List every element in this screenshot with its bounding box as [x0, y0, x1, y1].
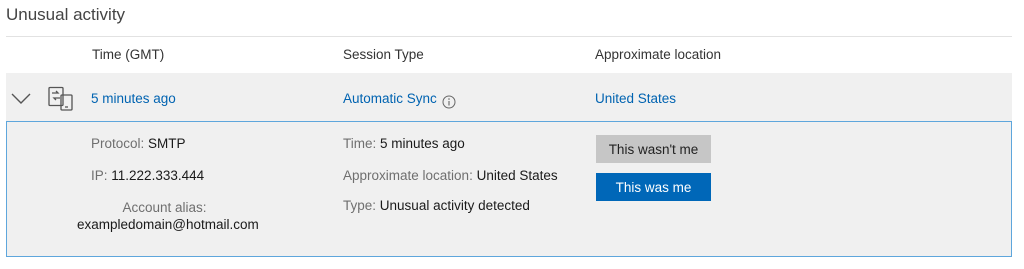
column-header-time: Time (GMT)	[92, 47, 165, 62]
protocol-field: Protocol: SMTP	[91, 136, 186, 151]
account-alias-label: Account alias:	[122, 200, 207, 215]
type-value: Unusual activity detected	[379, 198, 530, 213]
column-header-location: Approximate location	[595, 47, 722, 62]
sync-device-icon	[48, 86, 73, 111]
session-type-link[interactable]: Automatic Sync	[343, 91, 437, 106]
protocol-value: SMTP	[148, 136, 186, 151]
activity-time-link[interactable]: 5 minutes ago	[91, 91, 176, 106]
time-label: Time:	[343, 136, 377, 151]
approx-location-value: United States	[476, 168, 558, 183]
approx-location-label: Approximate location:	[343, 168, 473, 183]
this-was-me-button[interactable]: This was me	[596, 173, 711, 201]
approx-location-field: Approximate location: United States	[343, 168, 558, 183]
account-alias-field: Account alias: exampledomain@hotmail.com	[77, 199, 259, 233]
location-link[interactable]: United States	[595, 91, 676, 106]
column-header-session-type: Session Type	[343, 47, 424, 62]
ip-label: IP:	[91, 168, 108, 183]
this-wasnt-me-button[interactable]: This wasn't me	[596, 135, 711, 163]
activity-row[interactable]: 5 minutes ago Automatic Sync United Stat…	[6, 73, 1012, 122]
title-divider	[6, 36, 1012, 37]
ip-value: 11.222.333.444	[111, 168, 205, 183]
info-icon[interactable]	[442, 95, 456, 109]
activity-details-panel: Protocol: SMTP IP: 11.222.333.444 Accoun…	[6, 121, 1012, 257]
time-field: Time: 5 minutes ago	[343, 136, 465, 151]
account-alias-value: exampledomain@hotmail.com	[77, 217, 259, 232]
chevron-down-icon[interactable]	[10, 91, 32, 105]
time-value: 5 minutes ago	[380, 136, 465, 151]
protocol-label: Protocol:	[91, 136, 145, 151]
page-title: Unusual activity	[6, 5, 126, 24]
ip-field: IP: 11.222.333.444	[91, 168, 204, 183]
type-label: Type:	[343, 198, 377, 213]
type-field: Type: Unusual activity detected	[343, 198, 530, 213]
